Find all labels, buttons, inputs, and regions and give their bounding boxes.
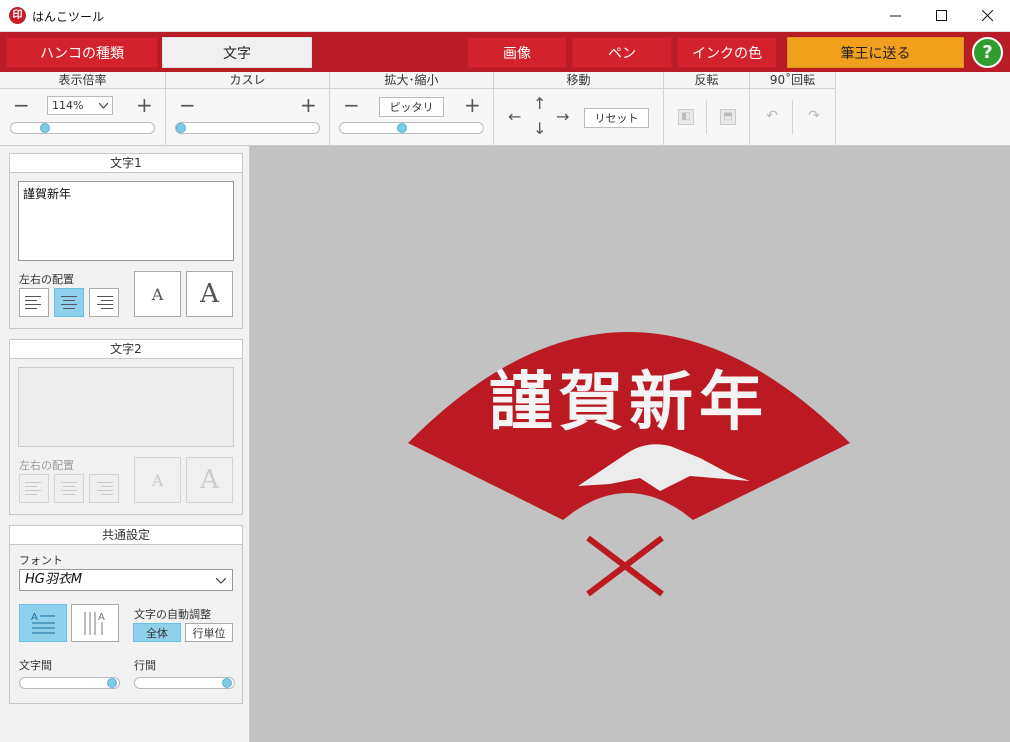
text1-align-right-button[interactable]: [89, 288, 119, 317]
flip-vertical-icon[interactable]: ⬒: [720, 109, 736, 125]
maximize-icon: [935, 10, 947, 21]
ink-color-button[interactable]: インクの色: [677, 37, 777, 68]
minimize-icon: [889, 15, 901, 17]
text1-input[interactable]: 謹賀新年: [18, 181, 234, 261]
svg-text:A: A: [98, 612, 105, 623]
common-settings-header: 共通設定: [10, 526, 242, 545]
char-spacing-slider[interactable]: [19, 677, 120, 689]
char-spacing-thumb[interactable]: [107, 678, 117, 688]
move-group: 移動 ← ↑ ↓ → リセット: [494, 72, 664, 146]
send-to-fudeoh-button[interactable]: 筆王に送る: [787, 37, 964, 68]
help-button[interactable]: ?: [972, 37, 1003, 68]
text2-header: 文字2: [10, 340, 242, 359]
text2-size-large-button[interactable]: A: [186, 457, 233, 503]
zoom-slider-thumb[interactable]: [40, 123, 50, 133]
horizontal-writing-button[interactable]: A: [19, 604, 67, 642]
zoom-group: 表示倍率 − 114% +: [0, 72, 166, 146]
text2-align-left-button[interactable]: [19, 474, 49, 503]
scale-slider[interactable]: [339, 122, 484, 134]
text1-size-large-button[interactable]: A: [186, 271, 233, 317]
pen-button[interactable]: ペン: [572, 37, 672, 68]
scale-group: 拡大･縮小 − ピッタリ +: [330, 72, 494, 146]
chevron-down-icon: [99, 102, 108, 109]
app-icon: 印: [9, 7, 26, 24]
text2-section: 文字2 左右の配置 A A: [9, 339, 243, 515]
move-left-button[interactable]: ←: [508, 109, 521, 125]
scale-minus-button[interactable]: −: [343, 95, 360, 115]
text2-input[interactable]: [18, 367, 234, 447]
line-spacing-slider[interactable]: [134, 677, 235, 689]
scale-slider-thumb[interactable]: [397, 123, 407, 133]
zoom-label: 表示倍率: [0, 72, 165, 89]
line-spacing-label: 行間: [134, 659, 156, 672]
close-button[interactable]: [964, 0, 1010, 31]
common-settings-section: 共通設定 フォント HG羽衣M A A 文字の自動調整 全体 行単位 文字間 行…: [9, 525, 243, 704]
flip-separator: [706, 100, 707, 134]
text1-header: 文字1: [10, 154, 242, 173]
text2-align-center-button[interactable]: [54, 474, 84, 503]
tab-stamp-type[interactable]: ハンコの種類: [6, 37, 158, 68]
blur-slider[interactable]: [175, 122, 320, 134]
line-spacing-thumb[interactable]: [222, 678, 232, 688]
close-icon: [981, 10, 993, 21]
auto-adjust-label: 文字の自動調整: [134, 608, 211, 621]
rotate-group: 90˚回転 ↶ ↷: [750, 72, 836, 146]
text1-size-small-button[interactable]: A: [134, 271, 181, 317]
font-select[interactable]: HG羽衣M: [19, 569, 233, 591]
stamp-preview: 謹賀新年: [408, 332, 850, 597]
rotate-label: 90˚回転: [750, 72, 835, 89]
reset-button[interactable]: リセット: [584, 108, 649, 128]
text2-align-right-button[interactable]: [89, 474, 119, 503]
auto-adjust-all-button[interactable]: 全体: [133, 623, 181, 642]
blur-plus-button[interactable]: +: [300, 95, 317, 115]
fit-button[interactable]: ピッタリ: [379, 97, 444, 117]
text1-align-left-button[interactable]: [19, 288, 49, 317]
adjust-bar: 表示倍率 − 114% + カスレ − + 拡大･縮小 − ピッタリ + 移動 …: [0, 72, 1010, 146]
blur-group: カスレ − +: [166, 72, 330, 146]
zoom-value: 114%: [52, 99, 84, 112]
blur-label: カスレ: [166, 72, 329, 89]
zoom-slider[interactable]: [10, 122, 155, 134]
text1-align-center-button[interactable]: [54, 288, 84, 317]
flip-label: 反転: [664, 72, 749, 89]
flip-group: 反転 ◧ ⬒: [664, 72, 750, 146]
rotate-left-icon[interactable]: ↶: [764, 109, 780, 125]
move-down-button[interactable]: ↓: [533, 121, 546, 137]
image-button[interactable]: 画像: [467, 37, 567, 68]
blur-minus-button[interactable]: −: [179, 95, 196, 115]
text2-size-small-button[interactable]: A: [134, 457, 181, 503]
scale-label: 拡大･縮小: [330, 72, 493, 89]
left-panel: 文字1 謹賀新年 左右の配置 A A 文字2 左右の配置 A A 共通設定 フォ…: [0, 146, 250, 742]
zoom-plus-button[interactable]: +: [136, 95, 153, 115]
text1-align-label: 左右の配置: [19, 273, 74, 286]
vertical-text-icon: A: [84, 612, 105, 635]
tab-text[interactable]: 文字: [162, 37, 312, 68]
move-label: 移動: [494, 72, 663, 89]
char-spacing-label: 文字間: [19, 659, 52, 672]
rotate-separator: [792, 100, 793, 134]
window-title: はんこツール: [32, 10, 105, 24]
text1-section: 文字1 謹賀新年 左右の配置 A A: [9, 153, 243, 329]
auto-adjust-line-button[interactable]: 行単位: [185, 623, 233, 642]
font-value: HG羽衣M: [25, 572, 83, 587]
rotate-right-icon[interactable]: ↷: [806, 109, 822, 125]
vertical-writing-button[interactable]: A: [71, 604, 119, 642]
text2-align-label: 左右の配置: [19, 459, 74, 472]
scale-plus-button[interactable]: +: [464, 95, 481, 115]
minimize-button[interactable]: [872, 0, 918, 31]
blur-slider-thumb[interactable]: [176, 123, 186, 133]
move-right-button[interactable]: →: [556, 109, 569, 125]
flip-horizontal-icon[interactable]: ◧: [678, 109, 694, 125]
horizontal-text-icon: A: [31, 612, 55, 634]
maximize-button[interactable]: [918, 0, 964, 31]
svg-text:A: A: [31, 612, 38, 623]
zoom-select[interactable]: 114%: [47, 96, 113, 115]
chevron-down-icon: [216, 578, 226, 584]
title-bar: 印 はんこツール: [0, 0, 1010, 32]
move-up-button[interactable]: ↑: [533, 96, 546, 112]
stamp-canvas[interactable]: 謹賀新年: [250, 146, 1010, 742]
zoom-minus-button[interactable]: −: [13, 95, 30, 115]
stamp-text: 謹賀新年: [489, 365, 769, 440]
font-label: フォント: [19, 554, 63, 567]
